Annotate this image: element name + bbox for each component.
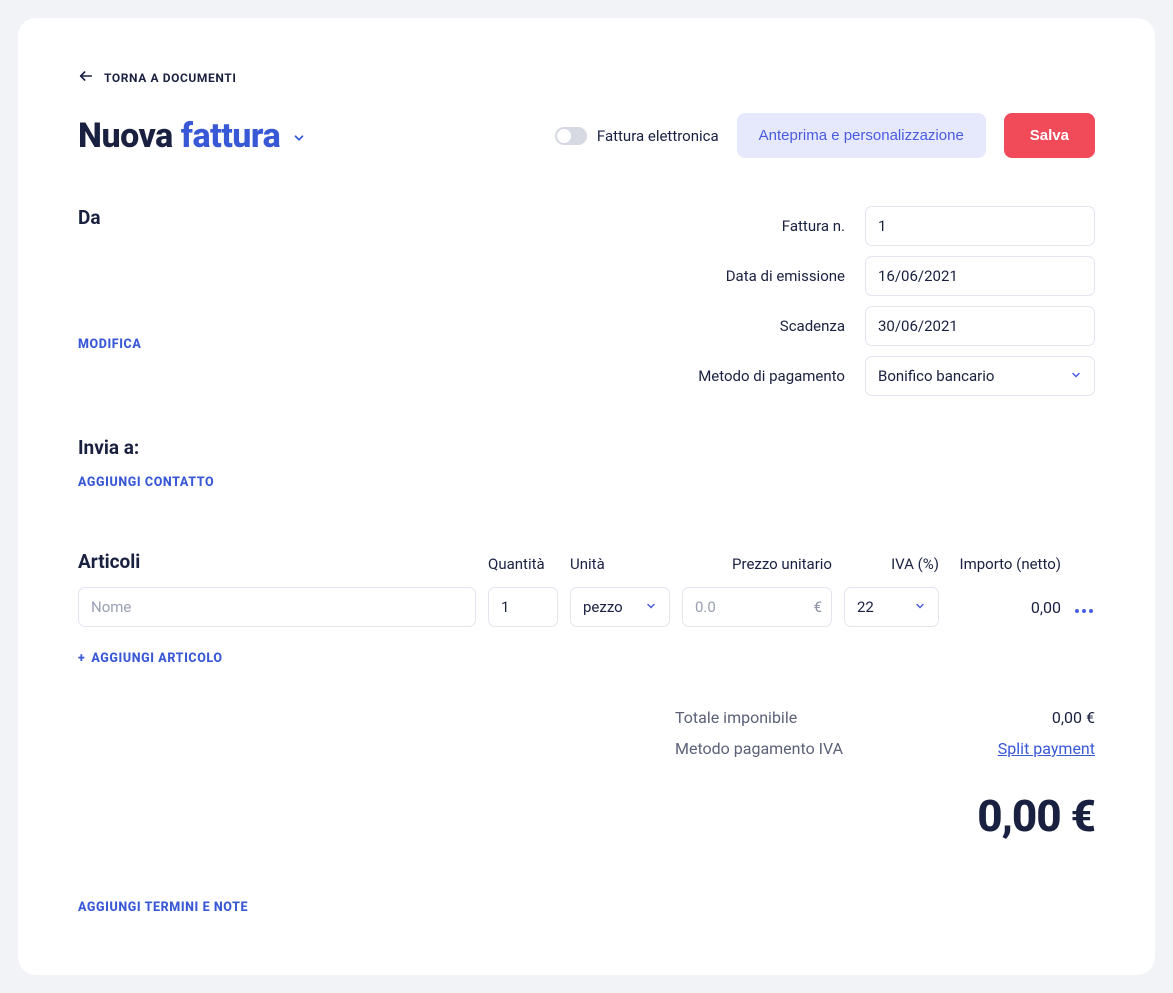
- split-payment-link[interactable]: Split payment: [998, 739, 1095, 758]
- currency-symbol: €: [814, 598, 822, 616]
- chevron-down-icon: [292, 130, 306, 149]
- article-qty-input[interactable]: [488, 587, 558, 627]
- issue-date-input[interactable]: [865, 256, 1095, 296]
- document-type-dropdown[interactable]: [292, 122, 306, 149]
- invoice-number-input[interactable]: [865, 206, 1095, 246]
- save-button[interactable]: Salva: [1004, 113, 1095, 158]
- col-price: Prezzo unitario: [682, 555, 832, 573]
- chevron-down-icon: [1070, 367, 1082, 385]
- payment-method-select[interactable]: Bonifico bancario: [865, 356, 1095, 396]
- grand-total: 0,00 €: [78, 790, 1095, 842]
- due-date-input[interactable]: [865, 306, 1095, 346]
- chevron-down-icon: [645, 598, 657, 616]
- article-amount: 0,00: [951, 598, 1061, 617]
- sendto-label: Invia a:: [78, 436, 1095, 459]
- subtotal-label: Totale imponibile: [675, 708, 797, 727]
- article-vat-value: 22: [857, 598, 874, 616]
- article-row: pezzo € 22 0,00: [78, 587, 1095, 627]
- col-vat: IVA (%): [844, 555, 939, 573]
- edit-sender-link[interactable]: MODIFICA: [78, 337, 141, 352]
- add-terms-link[interactable]: AGGIUNGI TERMINI E NOTE: [78, 900, 248, 915]
- add-article-label: AGGIUNGI ARTICOLO: [91, 651, 222, 666]
- preview-button[interactable]: Anteprima e personalizzazione: [737, 113, 986, 158]
- einvoice-toggle[interactable]: [555, 127, 587, 145]
- payment-method-value: Bonifico bancario: [878, 367, 994, 385]
- dots-horizontal-icon: [1075, 598, 1093, 617]
- add-contact-link[interactable]: AGGIUNGI CONTATTO: [78, 475, 214, 490]
- back-label: TORNA A DOCUMENTI: [104, 71, 236, 85]
- article-more-button[interactable]: [1073, 598, 1095, 617]
- article-name-input[interactable]: [78, 587, 476, 627]
- invoice-number-label: Fattura n.: [698, 217, 845, 235]
- page-title: Nuova fattura: [78, 116, 280, 156]
- col-amount: Importo (netto): [951, 555, 1061, 573]
- back-to-documents-link[interactable]: TORNA A DOCUMENTI: [78, 68, 236, 87]
- due-date-label: Scadenza: [698, 317, 845, 335]
- plus-icon: +: [78, 651, 85, 666]
- article-price-input[interactable]: [682, 587, 832, 627]
- einvoice-label: Fattura elettronica: [597, 127, 719, 145]
- article-unit-select[interactable]: pezzo: [570, 587, 670, 627]
- article-unit-value: pezzo: [583, 598, 623, 616]
- subtotal-value: 0,00 €: [1052, 708, 1095, 727]
- from-label: Da: [78, 206, 658, 229]
- chevron-down-icon: [914, 598, 926, 616]
- arrow-left-icon: [78, 68, 94, 87]
- add-article-button[interactable]: + AGGIUNGI ARTICOLO: [78, 651, 223, 666]
- issue-date-label: Data di emissione: [698, 267, 845, 285]
- vat-method-label: Metodo pagamento IVA: [675, 739, 843, 758]
- invoice-card: TORNA A DOCUMENTI Nuova fattura Fattura …: [18, 18, 1155, 975]
- articles-heading: Articoli: [78, 550, 476, 573]
- col-unit: Unità: [570, 555, 670, 573]
- col-qty: Quantità: [488, 555, 558, 573]
- article-vat-select[interactable]: 22: [844, 587, 939, 627]
- payment-method-label: Metodo di pagamento: [698, 367, 845, 385]
